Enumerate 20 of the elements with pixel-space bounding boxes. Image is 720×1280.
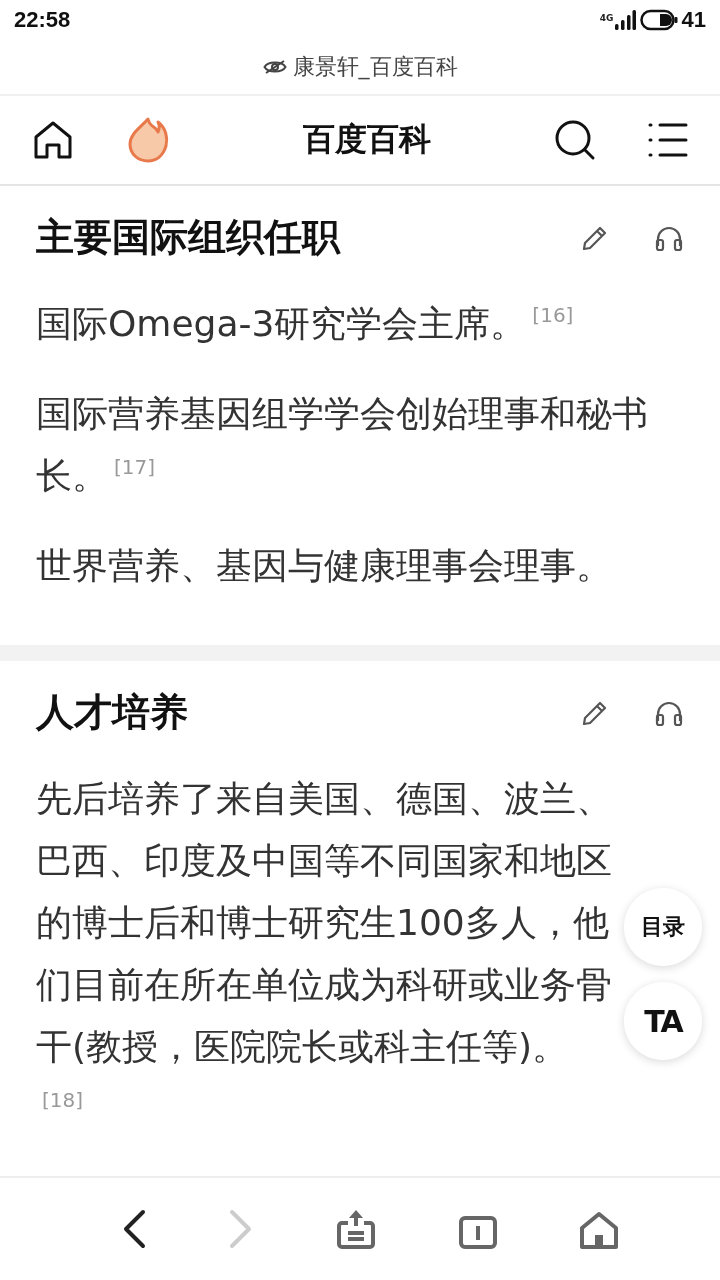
ta-button[interactable]: TA — [624, 982, 702, 1060]
menu-icon[interactable] — [648, 122, 688, 158]
flame-icon[interactable] — [126, 116, 170, 164]
search-icon[interactable] — [554, 119, 596, 161]
site-title: 百度百科 — [302, 119, 432, 160]
paragraph: 国际Omega-3研究学会主席。$^{[16]}$ — [36, 302, 575, 346]
eye-off-icon — [262, 59, 287, 75]
home-icon[interactable] — [32, 119, 74, 161]
signal-icon — [613, 10, 636, 30]
share-icon[interactable] — [336, 1208, 376, 1250]
battery-level: 41 — [681, 7, 706, 33]
section-heading: 主要国际组织任职 — [36, 214, 342, 261]
page-title: 康景轩_百度百科 — [292, 53, 458, 82]
status-time: 22:58 — [14, 7, 71, 33]
section-heading: 人才培养 — [36, 689, 189, 736]
paragraph: 国际营养基因组学学会创始理事和秘书长。$^{[17]}$ — [36, 392, 649, 498]
battery-icon — [639, 9, 678, 31]
network-type: 4G — [599, 13, 614, 23]
paragraph: 世界营养、基因与健康理事会理事。 — [36, 544, 613, 588]
contents-button[interactable]: 目录 — [624, 888, 702, 966]
